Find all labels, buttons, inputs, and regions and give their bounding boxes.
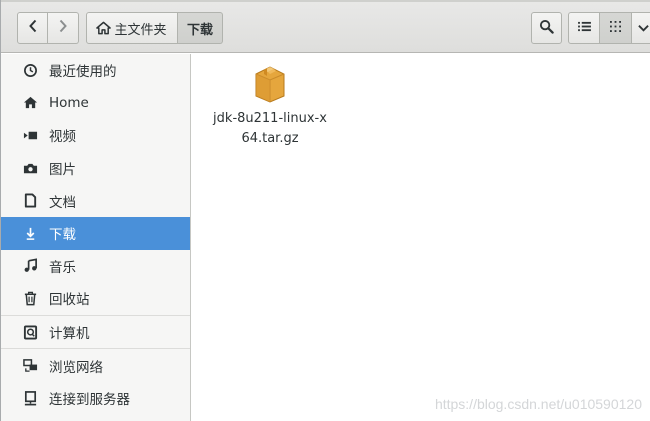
sidebar-item-connect-server[interactable]: 连接到服务器 [1, 382, 190, 415]
sidebar-item-label: 计算机 [49, 326, 90, 343]
sidebar-item-music[interactable]: 音乐 [1, 250, 190, 283]
list-view-button[interactable] [568, 12, 600, 44]
view-mode-buttons [568, 12, 650, 44]
file-item[interactable]: jdk-8u211-linux-x64.tar.gz [210, 62, 330, 149]
view-options-button[interactable] [632, 12, 650, 44]
search-icon [539, 19, 554, 38]
sidebar-item-label: 视频 [49, 129, 76, 146]
music-icon [22, 258, 38, 274]
places-sidebar: 最近使用的 Home 视频 图片 文档 下载 音乐 回收站 计算机 浏览网络 连… [1, 54, 191, 421]
sidebar-item-documents[interactable]: 文档 [1, 184, 190, 217]
home-icon [22, 95, 38, 111]
server-icon [22, 390, 38, 406]
clock-icon [22, 62, 38, 78]
sidebar-item-trash[interactable]: 回收站 [1, 282, 190, 315]
grid-view-icon [610, 20, 621, 36]
sidebar-item-label: 文档 [49, 194, 76, 211]
search-button[interactable] [531, 12, 562, 44]
navigation-buttons [17, 12, 79, 44]
breadcrumb-current-label: 下载 [186, 22, 213, 38]
sidebar-item-recent[interactable]: 最近使用的 [1, 54, 190, 87]
breadcrumb-home-button[interactable]: 主文件夹 [86, 12, 178, 44]
breadcrumb-current-button[interactable]: 下载 [178, 12, 223, 44]
sidebar-item-label: 浏览网络 [49, 359, 103, 376]
sidebar-item-videos[interactable]: 视频 [1, 119, 190, 152]
trash-icon [22, 290, 38, 306]
network-icon [22, 358, 38, 374]
chevron-right-icon [58, 19, 68, 37]
sidebar-item-label: 回收站 [49, 292, 90, 309]
sidebar-item-label: 连接到服务器 [49, 392, 130, 409]
sidebar-item-home[interactable]: Home [1, 87, 190, 120]
sidebar-item-label: 最近使用的 [49, 64, 117, 81]
chevron-left-icon [28, 19, 38, 37]
sidebar-item-label: 下载 [49, 227, 76, 244]
file-name: jdk-8u211-linux-x64.tar.gz [213, 111, 327, 146]
chevron-down-icon [638, 21, 649, 36]
home-icon [96, 21, 112, 35]
download-icon [22, 225, 38, 241]
sidebar-item-computer[interactable]: 计算机 [1, 316, 190, 349]
sidebar-item-pictures[interactable]: 图片 [1, 152, 190, 185]
camera-icon [22, 160, 38, 176]
sidebar-item-label: 图片 [49, 162, 76, 179]
archive-package-icon [250, 62, 290, 104]
watermark-text: https://blog.csdn.net/u010590120 [434, 396, 642, 412]
forward-button[interactable] [48, 12, 79, 44]
header-bar: 主文件夹 下载 [1, 0, 650, 53]
sidebar-item-downloads[interactable]: 下载 [1, 216, 190, 250]
sidebar-item-label: 音乐 [49, 259, 76, 276]
sidebar-item-label: Home [49, 94, 89, 111]
breadcrumb: 主文件夹 下载 [86, 12, 223, 44]
back-button[interactable] [17, 12, 48, 44]
grid-view-button[interactable] [600, 12, 632, 44]
document-icon [22, 193, 38, 209]
sidebar-item-network[interactable]: 浏览网络 [1, 349, 190, 382]
list-view-icon [577, 21, 591, 36]
video-icon [22, 127, 38, 143]
breadcrumb-home-label: 主文件夹 [114, 22, 167, 38]
file-view: jdk-8u211-linux-x64.tar.gz https://blog.… [192, 54, 650, 421]
file-manager-window: 主文件夹 下载 最近使用的 Home 视频 图片 文档 下载 音乐 回收站 计算… [0, 0, 650, 421]
computer-icon [22, 324, 38, 340]
